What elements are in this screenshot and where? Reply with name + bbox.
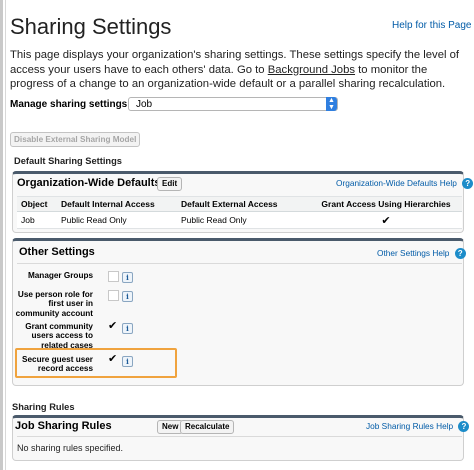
table-row: Job Public Read Only Public Read Only ✔ (17, 211, 462, 229)
job-sharing-rules-title: Job Sharing Rules (15, 420, 112, 432)
background-jobs-link[interactable]: Background Jobs (268, 64, 355, 76)
org-wide-defaults-help-label[interactable]: Organization-Wide Defaults Help (336, 178, 457, 188)
no-rules-text: No sharing rules specified. (17, 443, 124, 453)
job-sharing-rules-help-link[interactable]: Job Sharing Rules Help ? (366, 421, 470, 433)
column-header-internal: Default Internal Access (57, 196, 177, 212)
manager-groups-label: Manager Groups (27, 271, 93, 280)
help-icon[interactable]: ? (462, 178, 474, 190)
window-frame-line (5, 0, 6, 470)
other-settings-divider (17, 263, 462, 264)
cell-external: Public Read Only (177, 211, 310, 229)
page-title: Sharing Settings (10, 14, 172, 39)
org-wide-defaults-help-link[interactable]: Organization-Wide Defaults Help ? (336, 178, 474, 190)
intro-text: This page displays your organization's s… (10, 48, 466, 92)
sharing-rules-section-label: Sharing Rules (12, 402, 75, 412)
person-role-checkbox[interactable] (108, 290, 119, 301)
other-settings-help-link[interactable]: Other Settings Help ? (377, 248, 466, 260)
org-wide-defaults-table: Object Default Internal Access Default E… (17, 196, 462, 229)
manager-groups-checkbox[interactable] (108, 271, 119, 282)
community-cases-label: Grant community users access to related … (25, 322, 93, 350)
help-for-page-link[interactable]: Help for this Page ? (392, 20, 474, 31)
org-wide-defaults-title: Organization-Wide Defaults (17, 177, 161, 189)
checkmark-icon: ✔ (310, 211, 462, 229)
help-icon[interactable]: ? (458, 421, 470, 433)
column-header-external: Default External Access (177, 196, 310, 212)
column-header-object: Object (17, 196, 57, 212)
cell-internal: Public Read Only (57, 211, 177, 229)
disable-external-sharing-button[interactable]: Disable External Sharing Model (10, 132, 141, 147)
job-sharing-rules-help-label[interactable]: Job Sharing Rules Help (366, 421, 453, 431)
help-for-page-label[interactable]: Help for this Page (392, 20, 472, 31)
object-select[interactable]: Job ▲ ▼ (128, 97, 338, 111)
checkmark-icon: ✔ (108, 320, 118, 332)
help-icon[interactable]: ? (454, 248, 466, 260)
person-role-label: Use person role for first user in commun… (15, 290, 93, 318)
manage-sharing-label: Manage sharing settings for: (10, 99, 147, 110)
sharing-rules-divider (17, 436, 462, 437)
table-header-row: Object Default Internal Access Default E… (17, 196, 462, 212)
secure-guest-highlight-box (15, 348, 177, 378)
recalculate-button[interactable]: Recalculate (180, 420, 235, 434)
other-settings-help-label[interactable]: Other Settings Help (377, 248, 449, 258)
other-settings-title: Other Settings (19, 246, 95, 258)
info-icon[interactable]: i (122, 291, 133, 302)
info-icon[interactable]: i (122, 272, 133, 283)
select-arrows-icon: ▲ ▼ (326, 97, 337, 111)
column-header-hierarchies: Grant Access Using Hierarchies (310, 196, 462, 212)
cell-object: Job (17, 211, 57, 229)
default-sharing-section-label: Default Sharing Settings (14, 156, 122, 166)
edit-button[interactable]: Edit (157, 177, 183, 191)
info-icon[interactable]: i (122, 323, 133, 334)
object-select-value: Job (136, 99, 153, 110)
window-frame-edge (0, 0, 3, 470)
